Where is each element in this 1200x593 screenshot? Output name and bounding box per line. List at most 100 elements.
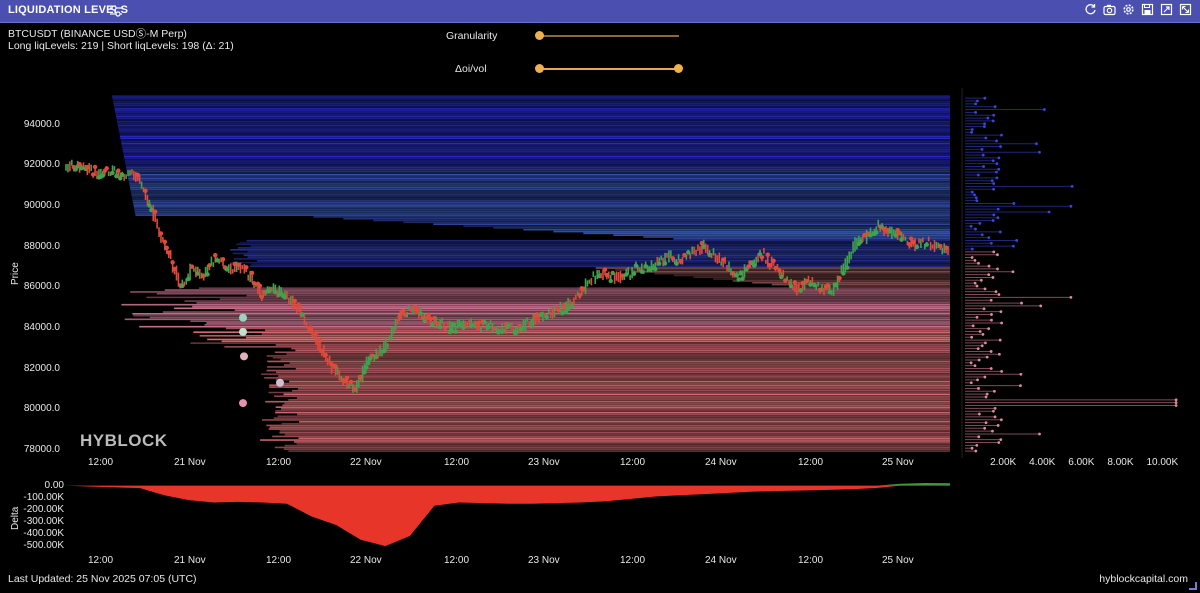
time-tick-label: 12:00 <box>620 457 646 468</box>
side-volume-dot <box>990 313 993 316</box>
side-volume-dot <box>996 253 999 257</box>
candle-dot <box>437 324 443 330</box>
candle-dot <box>152 209 158 214</box>
candle-dot <box>924 242 929 247</box>
candle-dot <box>313 330 319 336</box>
side-volume-dot <box>1011 270 1015 274</box>
delta-time-tick-label: 22 Nov <box>350 555 382 566</box>
side-volume-dot <box>989 298 993 302</box>
side-volume-dot <box>980 233 984 237</box>
candle-dot <box>565 306 571 311</box>
time-tick-label: 12:00 <box>798 457 824 468</box>
side-volume-dot <box>980 147 984 151</box>
side-volume-dot <box>1038 432 1041 436</box>
side-volume-dot <box>995 170 998 174</box>
delta-time-tick-label: 23 Nov <box>528 555 560 566</box>
candle-dot <box>292 298 297 304</box>
last-updated: Last Updated: 25 Nov 2025 07:05 (UTC) <box>8 573 197 585</box>
delta-time-tick-label: 25 Nov <box>882 555 914 566</box>
side-volume-dot <box>976 173 980 177</box>
side-volume-dot <box>999 438 1003 442</box>
candle-dot <box>170 260 175 265</box>
side-volume-dot <box>999 418 1003 422</box>
delta-time-tick-label: 12:00 <box>88 555 114 566</box>
time-tick-label: 25 Nov <box>882 457 914 468</box>
side-volume-dot <box>975 284 979 288</box>
side-volume-dot <box>983 287 987 291</box>
candle-dot <box>662 261 668 266</box>
side-volume-dot <box>986 116 990 120</box>
resize-handle[interactable] <box>1189 582 1197 590</box>
delta-time-tick-label: 12:00 <box>798 555 824 566</box>
side-volume-dot <box>977 435 981 439</box>
price-tick-label: 82000.0 <box>23 362 60 374</box>
brand-link[interactable]: hyblockcapital.com <box>1099 573 1188 585</box>
side-volume-dot <box>983 426 987 430</box>
volume-tick-label: 2.00K <box>990 457 1017 468</box>
side-volume-dot <box>1000 321 1004 325</box>
side-volume-dot <box>974 102 978 106</box>
candle-dot <box>344 375 350 381</box>
liquidation-chart[interactable] <box>0 0 1200 593</box>
side-volume-dot <box>982 165 985 168</box>
time-tick-label: 23 Nov <box>528 457 560 468</box>
side-volume-dot <box>973 364 977 368</box>
side-volume-dot <box>987 264 991 268</box>
side-volume-dot <box>991 119 995 123</box>
delta-negative-area <box>66 485 950 547</box>
side-volume-dot <box>1070 184 1074 188</box>
side-volume-dot <box>975 443 979 447</box>
side-volume-dot <box>992 182 996 185</box>
watermark-logo: HYBLOCK <box>80 431 168 450</box>
side-volume-dot <box>992 250 996 254</box>
candle-dot <box>476 320 482 325</box>
side-volume-dot <box>996 207 1000 211</box>
side-volume-dot <box>993 105 997 109</box>
delta-time-tick-label: 12:00 <box>620 555 646 566</box>
candle-dot <box>792 280 798 285</box>
candle-dot <box>602 267 608 272</box>
side-volume-dot <box>1174 404 1178 407</box>
side-volume-dot <box>997 441 1001 444</box>
side-volume-dot <box>983 375 987 379</box>
price-tick-label: 90000.0 <box>23 199 60 211</box>
side-volume-dot <box>1174 401 1178 405</box>
side-volume-dot <box>1019 384 1022 387</box>
candle-dot <box>110 170 115 176</box>
price-tick-label: 84000.0 <box>23 321 60 333</box>
side-volume-dot <box>992 113 996 117</box>
liquidation-bubble <box>240 352 248 361</box>
side-volume-dot <box>981 153 985 157</box>
candle-dot <box>874 230 879 235</box>
side-volume-dot <box>1020 301 1023 305</box>
candle-dot <box>657 261 662 266</box>
liquidation-level-lines <box>112 95 950 452</box>
side-volume-dot <box>969 381 973 385</box>
side-volume-dot <box>989 241 993 245</box>
side-volume-dot <box>999 310 1003 314</box>
candle-dot <box>213 253 218 258</box>
candle-dot <box>418 311 423 316</box>
side-volume-dot <box>991 159 995 163</box>
side-volume-dot <box>992 213 996 217</box>
delta-tick-label: -500.00K <box>23 539 64 551</box>
candle-dot <box>631 271 637 276</box>
side-volume-dot <box>992 187 996 191</box>
liquidation-bubble <box>239 327 247 336</box>
side-volume-dot <box>983 125 986 129</box>
side-volume-dot <box>1035 142 1038 146</box>
side-volume-dot <box>995 162 999 166</box>
volume-tick-label: 6.00K <box>1068 457 1095 468</box>
side-volume-dot <box>1038 150 1041 154</box>
candle-dot <box>771 258 776 264</box>
side-volume-dot <box>1174 398 1178 402</box>
side-volume-dot <box>992 409 995 413</box>
side-volume-dot <box>1069 204 1073 208</box>
candle-dot <box>674 261 679 266</box>
side-volume-dot <box>1015 239 1019 242</box>
candle-dot <box>736 277 741 282</box>
candle-dot <box>323 352 328 358</box>
side-volume-dot <box>970 128 974 131</box>
delta-axis-title: Delta <box>10 506 21 530</box>
side-volume-dot <box>977 261 980 265</box>
